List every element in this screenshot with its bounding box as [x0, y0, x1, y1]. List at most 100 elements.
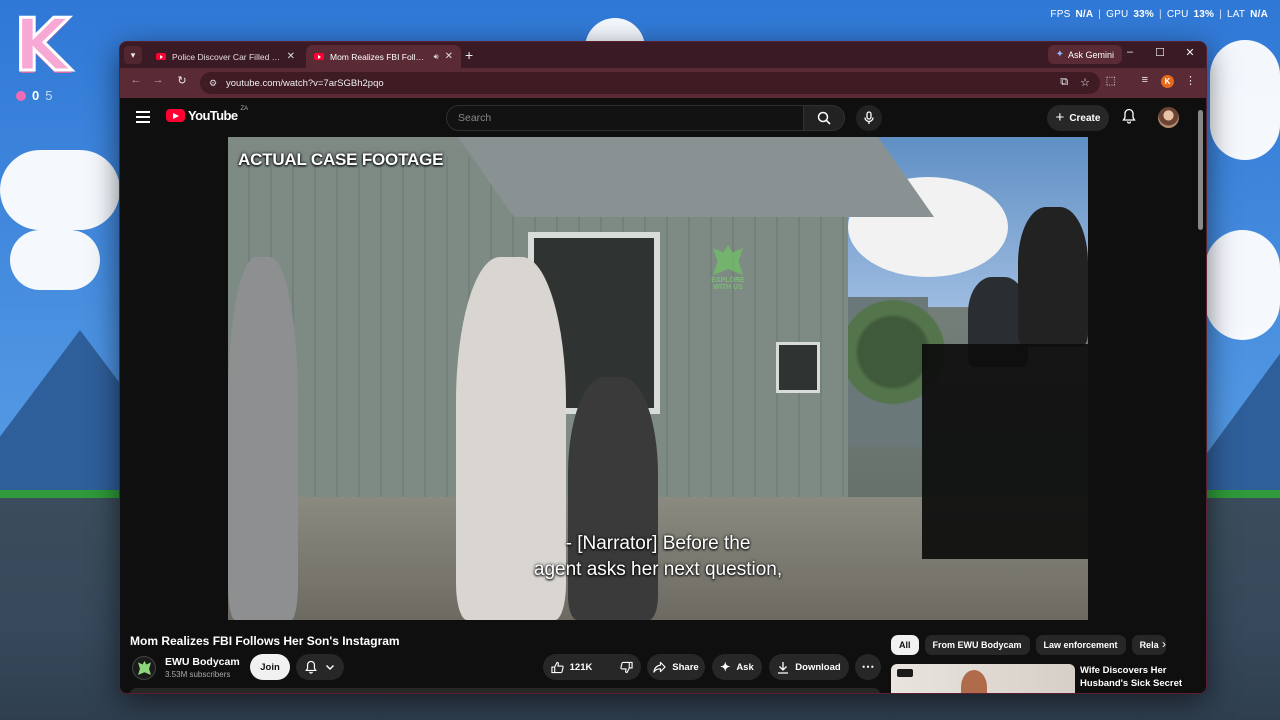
- recommended-video-thumbnail[interactable]: [891, 664, 1075, 693]
- browser-menu-icon[interactable]: ⋮: [1185, 74, 1196, 87]
- watermark-text: EXPLORE WITH US: [711, 277, 745, 291]
- tab-title: Police Discover Car Filled With: [172, 51, 281, 62]
- address-bar[interactable]: ⚙ youtube.com/watch?v=7arSGBh2pqo ⧉ ☆: [200, 72, 1100, 94]
- related-filter-chips: All From EWU Bodycam Law enforcement Rel…: [891, 635, 1166, 655]
- create-label: Create: [1069, 112, 1101, 124]
- chip-all[interactable]: All: [891, 635, 919, 655]
- k-logo: K: [13, 3, 88, 87]
- site-info-icon[interactable]: ⚙: [206, 76, 220, 90]
- perf-separator: |: [1159, 9, 1162, 20]
- youtube-wordmark: YouTube: [188, 108, 238, 123]
- youtube-page: YouTube ZA Search + Create EXPLORE WITH …: [120, 98, 1206, 693]
- download-label: Download: [795, 661, 841, 673]
- close-window-icon[interactable]: ✕: [1180, 46, 1200, 59]
- minimize-icon[interactable]: –: [1120, 46, 1140, 58]
- wolf-logo-icon: [713, 245, 743, 275]
- k-logo-counter: 0: [32, 88, 40, 103]
- notifications-button[interactable]: [1122, 108, 1136, 129]
- k-logo-letter: K: [13, 3, 72, 87]
- caption-line-2: agent asks her next question,: [533, 559, 783, 580]
- chip-related[interactable]: Rela: [1131, 635, 1166, 655]
- join-button[interactable]: Join: [250, 654, 290, 680]
- share-button[interactable]: Share: [647, 654, 705, 680]
- back-icon[interactable]: ←: [128, 74, 144, 86]
- browser-profile-avatar[interactable]: K: [1161, 75, 1174, 88]
- mic-icon: [864, 111, 874, 124]
- like-button[interactable]: 121K: [543, 661, 601, 674]
- like-dislike-group: 121K: [543, 654, 641, 680]
- install-app-icon[interactable]: ⧉: [1060, 76, 1068, 89]
- download-button[interactable]: Download: [769, 654, 849, 680]
- perf-fps-label: FPS: [1050, 9, 1071, 20]
- search-placeholder: Search: [458, 112, 492, 124]
- gemini-sparkle-icon: ✦: [1055, 49, 1064, 60]
- perf-lat-value: N/A: [1250, 9, 1268, 20]
- ask-gemini-label: Ask Gemini: [1067, 49, 1114, 60]
- video-player[interactable]: EXPLORE WITH US ACTUAL CASE FOOTAGE - [N…: [228, 137, 1088, 620]
- search-icon: [817, 111, 831, 125]
- video-window-small: [776, 342, 820, 393]
- search-input[interactable]: Search: [446, 105, 804, 131]
- browser-window: ▾ Police Discover Car Filled With ✕ Mom …: [119, 41, 1207, 694]
- chip-law-enforcement[interactable]: Law enforcement: [1035, 635, 1126, 655]
- share-label: Share: [672, 661, 699, 673]
- chip-from-channel[interactable]: From EWU Bodycam: [924, 635, 1030, 655]
- youtube-logo[interactable]: YouTube ZA: [166, 106, 249, 123]
- country-code: ZA: [240, 106, 249, 112]
- extensions-icon[interactable]: ⬚: [1106, 74, 1116, 87]
- tab-police-video[interactable]: Police Discover Car Filled With ✕: [148, 45, 303, 68]
- tab-mom-video[interactable]: Mom Realizes FBI Follows H 🔊︎ ✕: [306, 45, 461, 68]
- subscriber-count: 3.53M subscribers: [165, 670, 231, 679]
- thumbnail-badge: [897, 669, 913, 677]
- page-scrollbar[interactable]: [1198, 110, 1203, 230]
- voice-search-button[interactable]: [856, 105, 882, 131]
- perf-gpu-value: 33%: [1133, 9, 1154, 20]
- perf-cpu-value: 13%: [1193, 9, 1215, 20]
- ask-button[interactable]: ✦ Ask: [712, 654, 762, 680]
- wallpaper-cloud: [1205, 230, 1280, 340]
- video-person-left: [228, 257, 298, 620]
- media-controls-icon[interactable]: ≡: [1142, 74, 1148, 86]
- recommended-video-title[interactable]: Wife Discovers Her Husband's Sick Secret: [1080, 664, 1190, 690]
- create-button[interactable]: + Create: [1047, 105, 1109, 131]
- video-watermark: EXPLORE WITH US: [706, 245, 750, 295]
- dislike-button[interactable]: [612, 661, 641, 674]
- video-agent: [1018, 207, 1088, 347]
- ask-gemini-button[interactable]: ✦ Ask Gemini: [1047, 45, 1122, 64]
- description-box[interactable]: [130, 688, 880, 693]
- chevron-right-icon[interactable]: ›: [1162, 637, 1166, 651]
- performance-overlay: FPS N/A | GPU 33% | CPU 13% | LAT N/A: [1050, 9, 1268, 20]
- tab-search-button[interactable]: ▾: [124, 46, 142, 64]
- tab-close-icon[interactable]: ✕: [287, 51, 295, 62]
- caption-line-1: - [Narrator] Before the: [565, 533, 751, 554]
- channel-avatar[interactable]: [132, 656, 156, 680]
- omnibox-actions: ⧉ ☆: [1060, 76, 1090, 89]
- forward-icon[interactable]: →: [150, 74, 166, 86]
- tab-close-icon[interactable]: ✕: [445, 51, 453, 62]
- speaker-icon[interactable]: 🔊︎: [434, 52, 439, 62]
- perf-gpu-label: GPU: [1106, 9, 1129, 20]
- search-button[interactable]: [803, 105, 845, 131]
- bookmark-star-icon[interactable]: ☆: [1080, 76, 1090, 89]
- url-text[interactable]: youtube.com/watch?v=7arSGBh2pqo: [226, 78, 384, 89]
- thumbnail-person: [961, 670, 987, 693]
- k-logo-counter-2: 5: [45, 88, 53, 103]
- channel-name[interactable]: EWU Bodycam: [165, 656, 240, 668]
- youtube-profile-avatar[interactable]: [1158, 107, 1179, 128]
- hamburger-icon[interactable]: [136, 111, 150, 126]
- plus-icon: +: [1055, 109, 1065, 126]
- video-overlay-label: ACTUAL CASE FOOTAGE: [238, 150, 444, 169]
- new-tab-button[interactable]: +: [465, 46, 473, 64]
- download-icon: [778, 661, 789, 674]
- like-icon: [551, 661, 564, 673]
- perf-separator: |: [1098, 9, 1102, 20]
- wallpaper-cloud: [10, 230, 100, 290]
- chevron-down-icon: [326, 665, 334, 670]
- perf-separator: |: [1219, 9, 1222, 20]
- reload-icon[interactable]: ↻: [174, 74, 190, 87]
- maximize-icon[interactable]: ☐: [1150, 46, 1170, 59]
- more-actions-button[interactable]: ⋯: [855, 654, 881, 680]
- share-icon: [653, 661, 666, 673]
- subscription-bell-button[interactable]: [296, 654, 344, 680]
- video-roof: [458, 137, 935, 217]
